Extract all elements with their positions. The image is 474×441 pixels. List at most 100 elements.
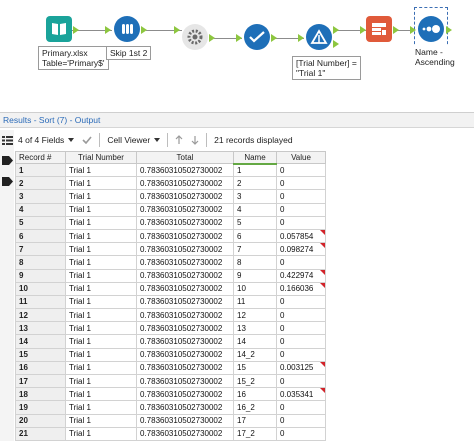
name-cell[interactable]: 17 [233, 413, 277, 428]
total-cell[interactable]: 0.78360310502730002 [136, 255, 234, 270]
table-row[interactable]: 4 Trial 1 0.78360310502730002 4 0 [15, 202, 326, 217]
trial-number-cell[interactable]: Trial 1 [65, 189, 137, 204]
total-cell[interactable]: 0.78360310502730002 [136, 308, 234, 323]
value-cell[interactable]: 0 [276, 413, 326, 428]
record-cell[interactable]: 4 [15, 202, 66, 217]
total-cell[interactable]: 0.78360310502730002 [136, 215, 234, 230]
name-cell[interactable]: 3 [233, 189, 277, 204]
value-cell[interactable]: 0.422974 [276, 268, 326, 283]
table-row[interactable]: 8 Trial 1 0.78360310502730002 8 0 [15, 255, 326, 270]
trial-number-cell[interactable]: Trial 1 [65, 268, 137, 283]
value-cell[interactable]: 0 [276, 176, 326, 191]
trial-number-cell[interactable]: Trial 1 [65, 281, 137, 296]
trial-number-cell[interactable]: Trial 1 [65, 228, 137, 244]
trial-number-cell[interactable]: Trial 1 [65, 308, 137, 323]
column-header-trial-number[interactable]: Trial Number [65, 151, 137, 164]
total-cell[interactable]: 0.78360310502730002 [136, 413, 234, 428]
results-table[interactable]: Record # Trial Number Total Name Value 1… [15, 151, 326, 441]
record-cell[interactable]: 15 [15, 347, 66, 362]
table-row[interactable]: 11 Trial 1 0.78360310502730002 11 0 [15, 294, 326, 310]
record-cell[interactable]: 14 [15, 334, 66, 349]
name-cell[interactable]: 8 [233, 255, 277, 270]
value-cell[interactable]: 0 [276, 347, 326, 362]
filter-true-anchor[interactable] [333, 26, 339, 34]
record-cell[interactable]: 21 [15, 426, 66, 441]
trial-number-cell[interactable]: Trial 1 [65, 413, 137, 428]
trial-number-cell[interactable]: Trial 1 [65, 373, 137, 389]
name-cell[interactable]: 14_2 [233, 347, 277, 362]
name-cell[interactable]: 9 [233, 268, 277, 283]
trial-number-cell[interactable]: Trial 1 [65, 347, 137, 362]
dynamic-rename-tool[interactable] [182, 24, 208, 50]
input-anchor[interactable] [298, 34, 304, 42]
table-row[interactable]: 19 Trial 1 0.78360310502730002 16_2 0 [15, 400, 326, 415]
table-row[interactable]: 21 Trial 1 0.78360310502730002 17_2 0 [15, 426, 326, 441]
output-anchor[interactable] [446, 26, 452, 34]
record-cell[interactable]: 17 [15, 373, 66, 389]
sort-tool[interactable] [418, 16, 444, 42]
record-cell[interactable]: 11 [15, 294, 66, 310]
table-row[interactable]: 7 Trial 1 0.78360310502730002 7 0.098274 [15, 242, 326, 257]
table-row[interactable]: 6 Trial 1 0.78360310502730002 6 0.057854 [15, 228, 326, 244]
total-cell[interactable]: 0.78360310502730002 [136, 387, 234, 402]
input-anchor[interactable] [105, 26, 111, 34]
value-cell[interactable]: 0 [276, 334, 326, 349]
record-cell[interactable]: 5 [15, 215, 66, 230]
name-cell[interactable]: 1 [233, 162, 277, 178]
input-data-tool[interactable] [46, 16, 72, 42]
name-cell[interactable]: 11 [233, 294, 277, 310]
name-cell[interactable]: 7 [233, 242, 277, 257]
total-cell[interactable]: 0.78360310502730002 [136, 400, 234, 415]
input-anchor-icon[interactable] [2, 156, 13, 165]
value-cell[interactable]: 0 [276, 215, 326, 230]
table-row[interactable]: 1 Trial 1 0.78360310502730002 1 0 [15, 162, 326, 178]
total-cell[interactable]: 0.78360310502730002 [136, 281, 234, 296]
record-cell[interactable]: 18 [15, 387, 66, 402]
total-cell[interactable]: 0.78360310502730002 [136, 242, 234, 257]
column-header-record[interactable]: Record # [15, 151, 66, 164]
workflow-canvas[interactable]: Primary.xlsx Table='Primary$' Skip 1st 2 [0, 0, 474, 111]
value-cell[interactable]: 0 [276, 189, 326, 204]
name-cell[interactable]: 13 [233, 321, 277, 336]
column-header-name[interactable]: Name [233, 151, 277, 165]
output-anchor-icon[interactable] [2, 177, 13, 186]
total-cell[interactable]: 0.78360310502730002 [136, 176, 234, 191]
trial-number-cell[interactable]: Trial 1 [65, 294, 137, 310]
trial-number-cell[interactable]: Trial 1 [65, 215, 137, 230]
trial-number-cell[interactable]: Trial 1 [65, 255, 137, 270]
record-cell[interactable]: 2 [15, 176, 66, 191]
output-anchor[interactable] [209, 34, 215, 42]
table-row[interactable]: 15 Trial 1 0.78360310502730002 14_2 0 [15, 347, 326, 362]
select-tool[interactable] [244, 24, 270, 50]
record-cell[interactable]: 8 [15, 255, 66, 270]
record-cell[interactable]: 16 [15, 360, 66, 376]
apply-check-button[interactable] [78, 132, 96, 148]
trial-number-cell[interactable]: Trial 1 [65, 334, 137, 349]
value-cell[interactable]: 0 [276, 202, 326, 217]
name-cell[interactable]: 14 [233, 334, 277, 349]
output-anchor[interactable] [73, 26, 79, 34]
total-cell[interactable]: 0.78360310502730002 [136, 189, 234, 204]
join-tool[interactable] [366, 16, 392, 42]
name-cell[interactable]: 4 [233, 202, 277, 217]
record-cell[interactable]: 10 [15, 281, 66, 296]
name-cell[interactable]: 5 [233, 215, 277, 230]
table-row[interactable]: 5 Trial 1 0.78360310502730002 5 0 [15, 215, 326, 230]
trial-number-cell[interactable]: Trial 1 [65, 387, 137, 402]
value-cell[interactable]: 0 [276, 373, 326, 389]
record-cell[interactable]: 1 [15, 162, 66, 178]
table-row[interactable]: 17 Trial 1 0.78360310502730002 15_2 0 [15, 373, 326, 389]
filter-tool[interactable] [306, 24, 332, 50]
record-cell[interactable]: 19 [15, 400, 66, 415]
table-row[interactable]: 2 Trial 1 0.78360310502730002 2 0 [15, 176, 326, 191]
trial-number-cell[interactable]: Trial 1 [65, 242, 137, 257]
record-cell[interactable]: 20 [15, 413, 66, 428]
table-row[interactable]: 10 Trial 1 0.78360310502730002 10 0.166036 [15, 281, 326, 296]
output-anchor[interactable] [141, 26, 147, 34]
table-row[interactable]: 13 Trial 1 0.78360310502730002 13 0 [15, 321, 326, 336]
trial-number-cell[interactable]: Trial 1 [65, 400, 137, 415]
table-row[interactable]: 9 Trial 1 0.78360310502730002 9 0.422974 [15, 268, 326, 283]
record-cell[interactable]: 9 [15, 268, 66, 283]
name-cell[interactable]: 2 [233, 176, 277, 191]
filter-false-anchor[interactable] [333, 40, 339, 48]
